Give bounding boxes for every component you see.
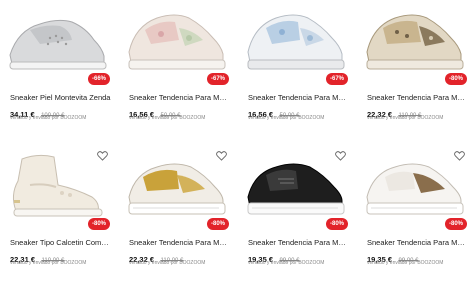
discount-badge: -80% xyxy=(206,218,229,230)
seller-text: vendido y enviado por BOOZOOM xyxy=(367,115,444,121)
product-card[interactable]: -80% Sneaker Tendencia Para Muje... 22,3… xyxy=(357,0,471,145)
seller-text: vendido y enviado por BOOZOOM xyxy=(10,115,87,121)
seller-text: vendido y enviado por BOOZOOM xyxy=(129,115,206,121)
product-card[interactable]: -67% Sneaker Tendencia Para Muje... 16,5… xyxy=(238,0,352,145)
product-card[interactable]: -80% Sneaker Tendencia Para Muje... 19,3… xyxy=(357,145,471,290)
discount-badge: -80% xyxy=(444,218,467,230)
heart-icon[interactable] xyxy=(216,151,227,161)
product-card[interactable]: -80% Sneaker Tendencia Para Muje... 22,3… xyxy=(119,145,233,290)
seller-text: vendido y enviado por BOOZOOM xyxy=(367,260,444,266)
product-title[interactable]: Sneaker Tipo Calcetin Comod... xyxy=(10,238,112,247)
product-title[interactable]: Sneaker Tendencia Para Muje... xyxy=(129,93,231,102)
product-card[interactable]: -67% Sneaker Tendencia Para Muje... 16,5… xyxy=(119,0,233,145)
seller-text: vendido y enviado por BOOZOOM xyxy=(129,260,206,266)
product-card[interactable]: -66% Sneaker Piel Montevita Zenda 34,11 … xyxy=(0,0,114,145)
product-title[interactable]: Sneaker Piel Montevita Zenda xyxy=(10,93,112,102)
product-card[interactable]: -80% Sneaker Tipo Calcetin Comod... 22,3… xyxy=(0,145,114,290)
heart-icon[interactable] xyxy=(335,151,346,161)
discount-badge: -67% xyxy=(325,73,348,85)
product-title[interactable]: Sneaker Tendencia Para Muje... xyxy=(129,238,231,247)
seller-text: vendido y enviado por BOOZOOM xyxy=(10,260,87,266)
discount-badge: -67% xyxy=(206,73,229,85)
seller-text: vendido y enviado por BOOZOOM xyxy=(248,260,325,266)
seller-text: vendido y enviado por BOOZOOM xyxy=(248,115,325,121)
product-card[interactable]: -80% Sneaker Tendencia Para Muje... 19,3… xyxy=(238,145,352,290)
product-title[interactable]: Sneaker Tendencia Para Muje... xyxy=(367,238,469,247)
product-title[interactable]: Sneaker Tendencia Para Muje... xyxy=(248,238,350,247)
product-title[interactable]: Sneaker Tendencia Para Muje... xyxy=(367,93,469,102)
product-title[interactable]: Sneaker Tendencia Para Muje... xyxy=(248,93,350,102)
heart-icon[interactable] xyxy=(97,151,108,161)
product-grid: -66% Sneaker Piel Montevita Zenda 34,11 … xyxy=(0,0,475,290)
heart-icon[interactable] xyxy=(454,151,465,161)
discount-badge: -80% xyxy=(325,218,348,230)
discount-badge: -80% xyxy=(87,218,110,230)
discount-badge: -66% xyxy=(87,73,110,85)
discount-badge: -80% xyxy=(444,73,467,85)
